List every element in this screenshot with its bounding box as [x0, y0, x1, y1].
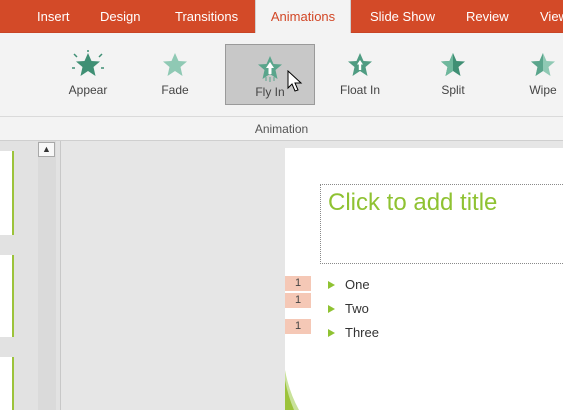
animations-ribbon: Appear Fade Fly In Float In Split Wipe A… [0, 33, 563, 141]
bullet-item[interactable]: Two [328, 301, 369, 316]
slide-thumbnail[interactable] [0, 151, 14, 235]
animation-group-bar: Animation [0, 116, 563, 141]
float-in-label: Float In [339, 83, 381, 97]
split-star-icon [441, 53, 465, 76]
slide-thumbnail-pane[interactable]: ▲ [0, 141, 61, 410]
bullet-item[interactable]: One [328, 277, 370, 292]
slide-thumbnail[interactable] [0, 357, 14, 410]
bullet-arrow-icon [328, 305, 335, 313]
float-in-star-icon [348, 53, 372, 76]
wipe-label: Wipe [529, 83, 557, 97]
bullet-text: Three [345, 325, 379, 340]
tab-view[interactable]: View [540, 0, 563, 33]
title-placeholder-text: Click to add title [328, 189, 498, 216]
slide-thumbnail[interactable] [0, 255, 14, 337]
tab-design[interactable]: Design [100, 0, 140, 33]
tab-insert[interactable]: Insert [37, 0, 70, 33]
appear-star-icon [72, 50, 104, 76]
bullet-item[interactable]: Three [328, 325, 379, 340]
animation-group-label: Animation [254, 122, 309, 136]
tab-review[interactable]: Review [466, 0, 509, 33]
animation-float-in-button[interactable]: Float In [325, 41, 395, 103]
animation-order-tag[interactable]: 1 [285, 319, 311, 334]
animation-appear-button[interactable]: Appear [53, 41, 123, 103]
theme-swoosh-decoration [285, 370, 299, 410]
split-label: Split [441, 83, 465, 97]
animation-wipe-button[interactable]: Wipe [508, 41, 563, 103]
tab-slide-show[interactable]: Slide Show [370, 0, 435, 33]
animation-order-tag[interactable]: 1 [285, 293, 311, 308]
bullet-text: One [345, 277, 370, 292]
mouse-pointer-icon [287, 70, 303, 92]
fade-label: Fade [161, 83, 189, 97]
bullet-arrow-icon [328, 281, 335, 289]
scroll-up-arrow-icon[interactable]: ▲ [38, 142, 55, 157]
animation-fade-button[interactable]: Fade [140, 41, 210, 103]
tab-animations[interactable]: Animations [255, 0, 351, 34]
animation-order-tag[interactable]: 1 [285, 276, 311, 291]
title-placeholder[interactable]: Click to add title [320, 184, 563, 264]
editing-workspace: ▲ Click to add title 1 1 1 One Two Three [0, 141, 563, 410]
fade-star-icon [163, 53, 187, 76]
animation-split-button[interactable]: Split [418, 41, 488, 103]
fly-in-star-icon [258, 56, 282, 82]
tab-transitions[interactable]: Transitions [175, 0, 238, 33]
wipe-star-icon [531, 53, 555, 76]
slide-canvas[interactable]: Click to add title 1 1 1 One Two Three [285, 148, 563, 410]
appear-label: Appear [68, 83, 108, 97]
bullet-arrow-icon [328, 329, 335, 337]
ribbon-tab-bar: Insert Design Transitions Animations Sli… [0, 0, 563, 34]
thumbnail-scrollbar[interactable] [38, 141, 56, 410]
bullet-text: Two [345, 301, 369, 316]
